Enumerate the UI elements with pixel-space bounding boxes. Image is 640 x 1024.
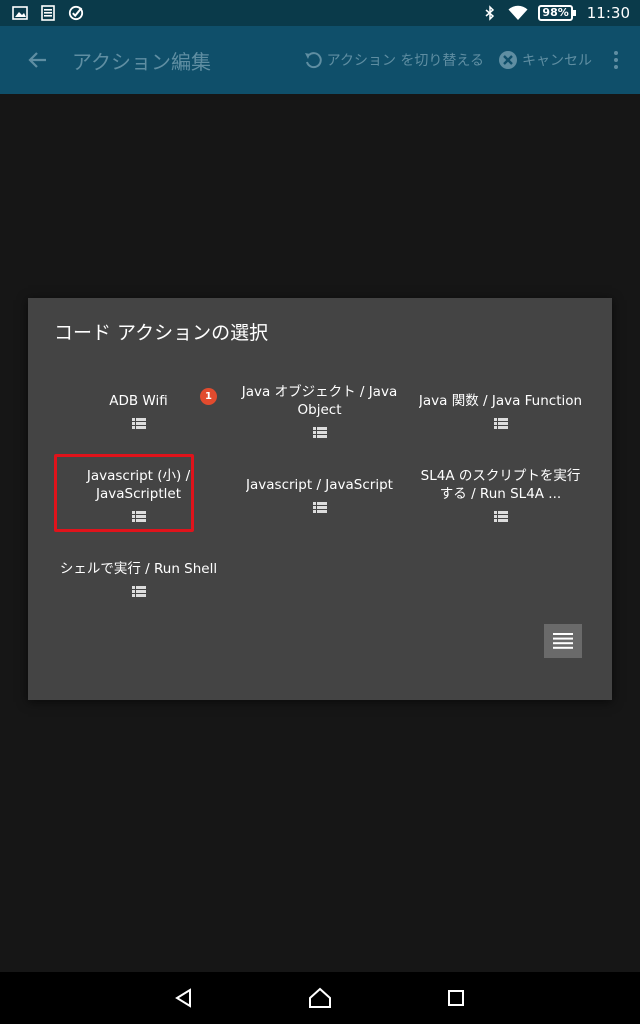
action-item-javascriptlet[interactable]: Javascript (小) / JavaScriptlet	[48, 452, 229, 536]
switch-action-label: アクション を切り替える	[326, 53, 484, 69]
switch-action-button[interactable]: アクション を切り替える	[303, 50, 484, 70]
list-icon	[131, 510, 146, 522]
list-icon	[493, 417, 508, 429]
more-options-button[interactable]	[606, 44, 626, 76]
action-item-label: Java 関数 / Java Function	[418, 392, 583, 409]
arrow-left-icon	[28, 52, 46, 68]
action-item-label: Javascript (小) / JavaScriptlet	[86, 467, 191, 502]
action-item-label: Javascript / JavaScript	[246, 476, 393, 493]
action-item-run-sl4a[interactable]: SL4A のスクリプトを実行する / Run SL4A ...	[410, 452, 591, 536]
bluetooth-icon	[485, 5, 495, 21]
toolbar-actions: アクション を切り替える キャンセル	[303, 44, 626, 76]
app-toolbar: アクション編集 アクション を切り替える キャンセル	[0, 26, 640, 94]
dialog-title: コード アクションの選択	[54, 322, 269, 344]
image-icon	[12, 6, 28, 20]
list-icon	[131, 417, 146, 429]
list-icon	[312, 501, 327, 513]
action-item-java-object[interactable]: Java オブジェクト / Java Object	[229, 368, 410, 452]
action-grid: ADB Wifi 1 Java オブジェクト / Java Object Jav…	[48, 368, 592, 620]
list-icon	[312, 426, 327, 438]
action-item-javascript[interactable]: Javascript / JavaScript	[229, 452, 410, 536]
menu-lines-icon	[553, 633, 573, 649]
more-vertical-icon	[614, 51, 618, 69]
cancel-button[interactable]: キャンセル	[498, 50, 592, 70]
action-item-label: シェルで実行 / Run Shell	[59, 560, 218, 577]
system-nav-bar	[0, 972, 640, 1024]
list-icon	[493, 510, 508, 522]
action-item-label: Java オブジェクト / Java Object	[241, 383, 398, 418]
close-circle-icon	[499, 51, 517, 69]
nav-back-button[interactable]	[170, 984, 198, 1012]
list-view-toggle-button[interactable]	[544, 624, 582, 658]
action-item-run-shell[interactable]: シェルで実行 / Run Shell	[48, 536, 229, 620]
notification-badge: 1	[200, 388, 217, 405]
action-item-java-function[interactable]: Java 関数 / Java Function	[410, 368, 591, 452]
code-action-dialog: コード アクションの選択 ADB Wifi 1 Java オブジェクト / Ja…	[28, 298, 612, 700]
battery-indicator: 98%	[538, 5, 577, 21]
status-right-icons: 98% 11:30	[482, 4, 630, 22]
nav-home-button[interactable]	[306, 984, 334, 1012]
home-icon	[309, 987, 331, 1008]
square-recents-icon	[448, 990, 464, 1006]
undo-icon	[304, 52, 322, 69]
nav-recents-button[interactable]	[442, 984, 470, 1012]
triangle-back-icon	[175, 988, 191, 1008]
check-circle-icon	[68, 5, 84, 21]
document-icon	[41, 5, 55, 21]
back-button[interactable]	[22, 44, 54, 76]
cancel-label: キャンセル	[522, 53, 592, 69]
action-item-label: SL4A のスクリプトを実行する / Run SL4A ...	[420, 467, 581, 502]
status-bar: 98% 11:30	[0, 0, 640, 26]
list-icon	[131, 585, 146, 597]
status-left-icons	[12, 5, 84, 21]
page-title: アクション編集	[72, 49, 211, 74]
action-item-adb-wifi[interactable]: ADB Wifi 1	[48, 368, 229, 452]
wifi-icon	[508, 5, 528, 20]
clock: 11:30	[586, 4, 630, 22]
action-item-label: ADB Wifi	[109, 392, 168, 409]
